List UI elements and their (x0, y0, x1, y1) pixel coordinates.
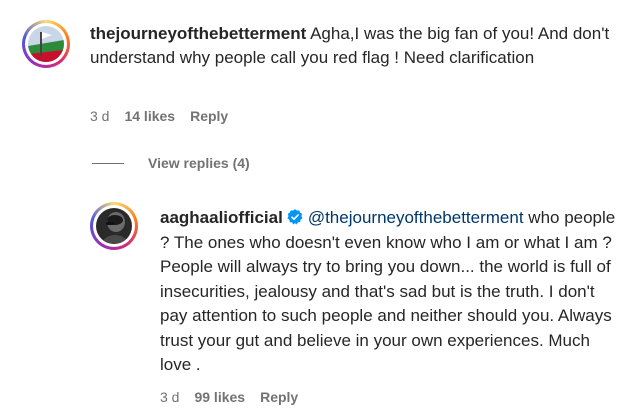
reply-reply-button[interactable]: Reply (260, 389, 298, 405)
reply-avatar-story-ring[interactable] (90, 202, 138, 250)
reply-text: who people ? The ones who doesn't even k… (160, 208, 616, 374)
comment-likes[interactable]: 14 likes (124, 108, 175, 124)
comment-meta: 3 d 14 likes Reply (90, 108, 228, 124)
portrait-avatar-icon (96, 208, 132, 244)
verified-badge-icon (287, 209, 303, 225)
comment-reply-button[interactable]: Reply (190, 108, 228, 124)
view-replies-button[interactable]: View replies (4) (92, 155, 250, 171)
flag-avatar-icon (28, 26, 64, 62)
avatar-story-ring[interactable] (22, 20, 70, 68)
reply-username[interactable]: aaghaaliofficial (160, 208, 283, 227)
comment-time[interactable]: 3 d (90, 108, 109, 124)
reply-likes[interactable]: 99 likes (194, 389, 245, 405)
view-replies-divider (92, 162, 124, 164)
view-replies-label: View replies (4) (148, 155, 250, 171)
reply-meta: 3 d 99 likes Reply (160, 389, 298, 405)
comment-body: thejourneyofthebetterment Agha,I was the… (90, 22, 620, 70)
comment-username[interactable]: thejourneyofthebetterment (90, 24, 306, 43)
reply-mention-link[interactable]: @thejourneyofthebetterment (308, 208, 524, 227)
reply-time[interactable]: 3 d (160, 389, 179, 405)
reply-avatar (96, 208, 132, 244)
avatar (28, 26, 64, 62)
reply-body: aaghaaliofficial @thejourneyofthebetterme… (160, 206, 620, 378)
